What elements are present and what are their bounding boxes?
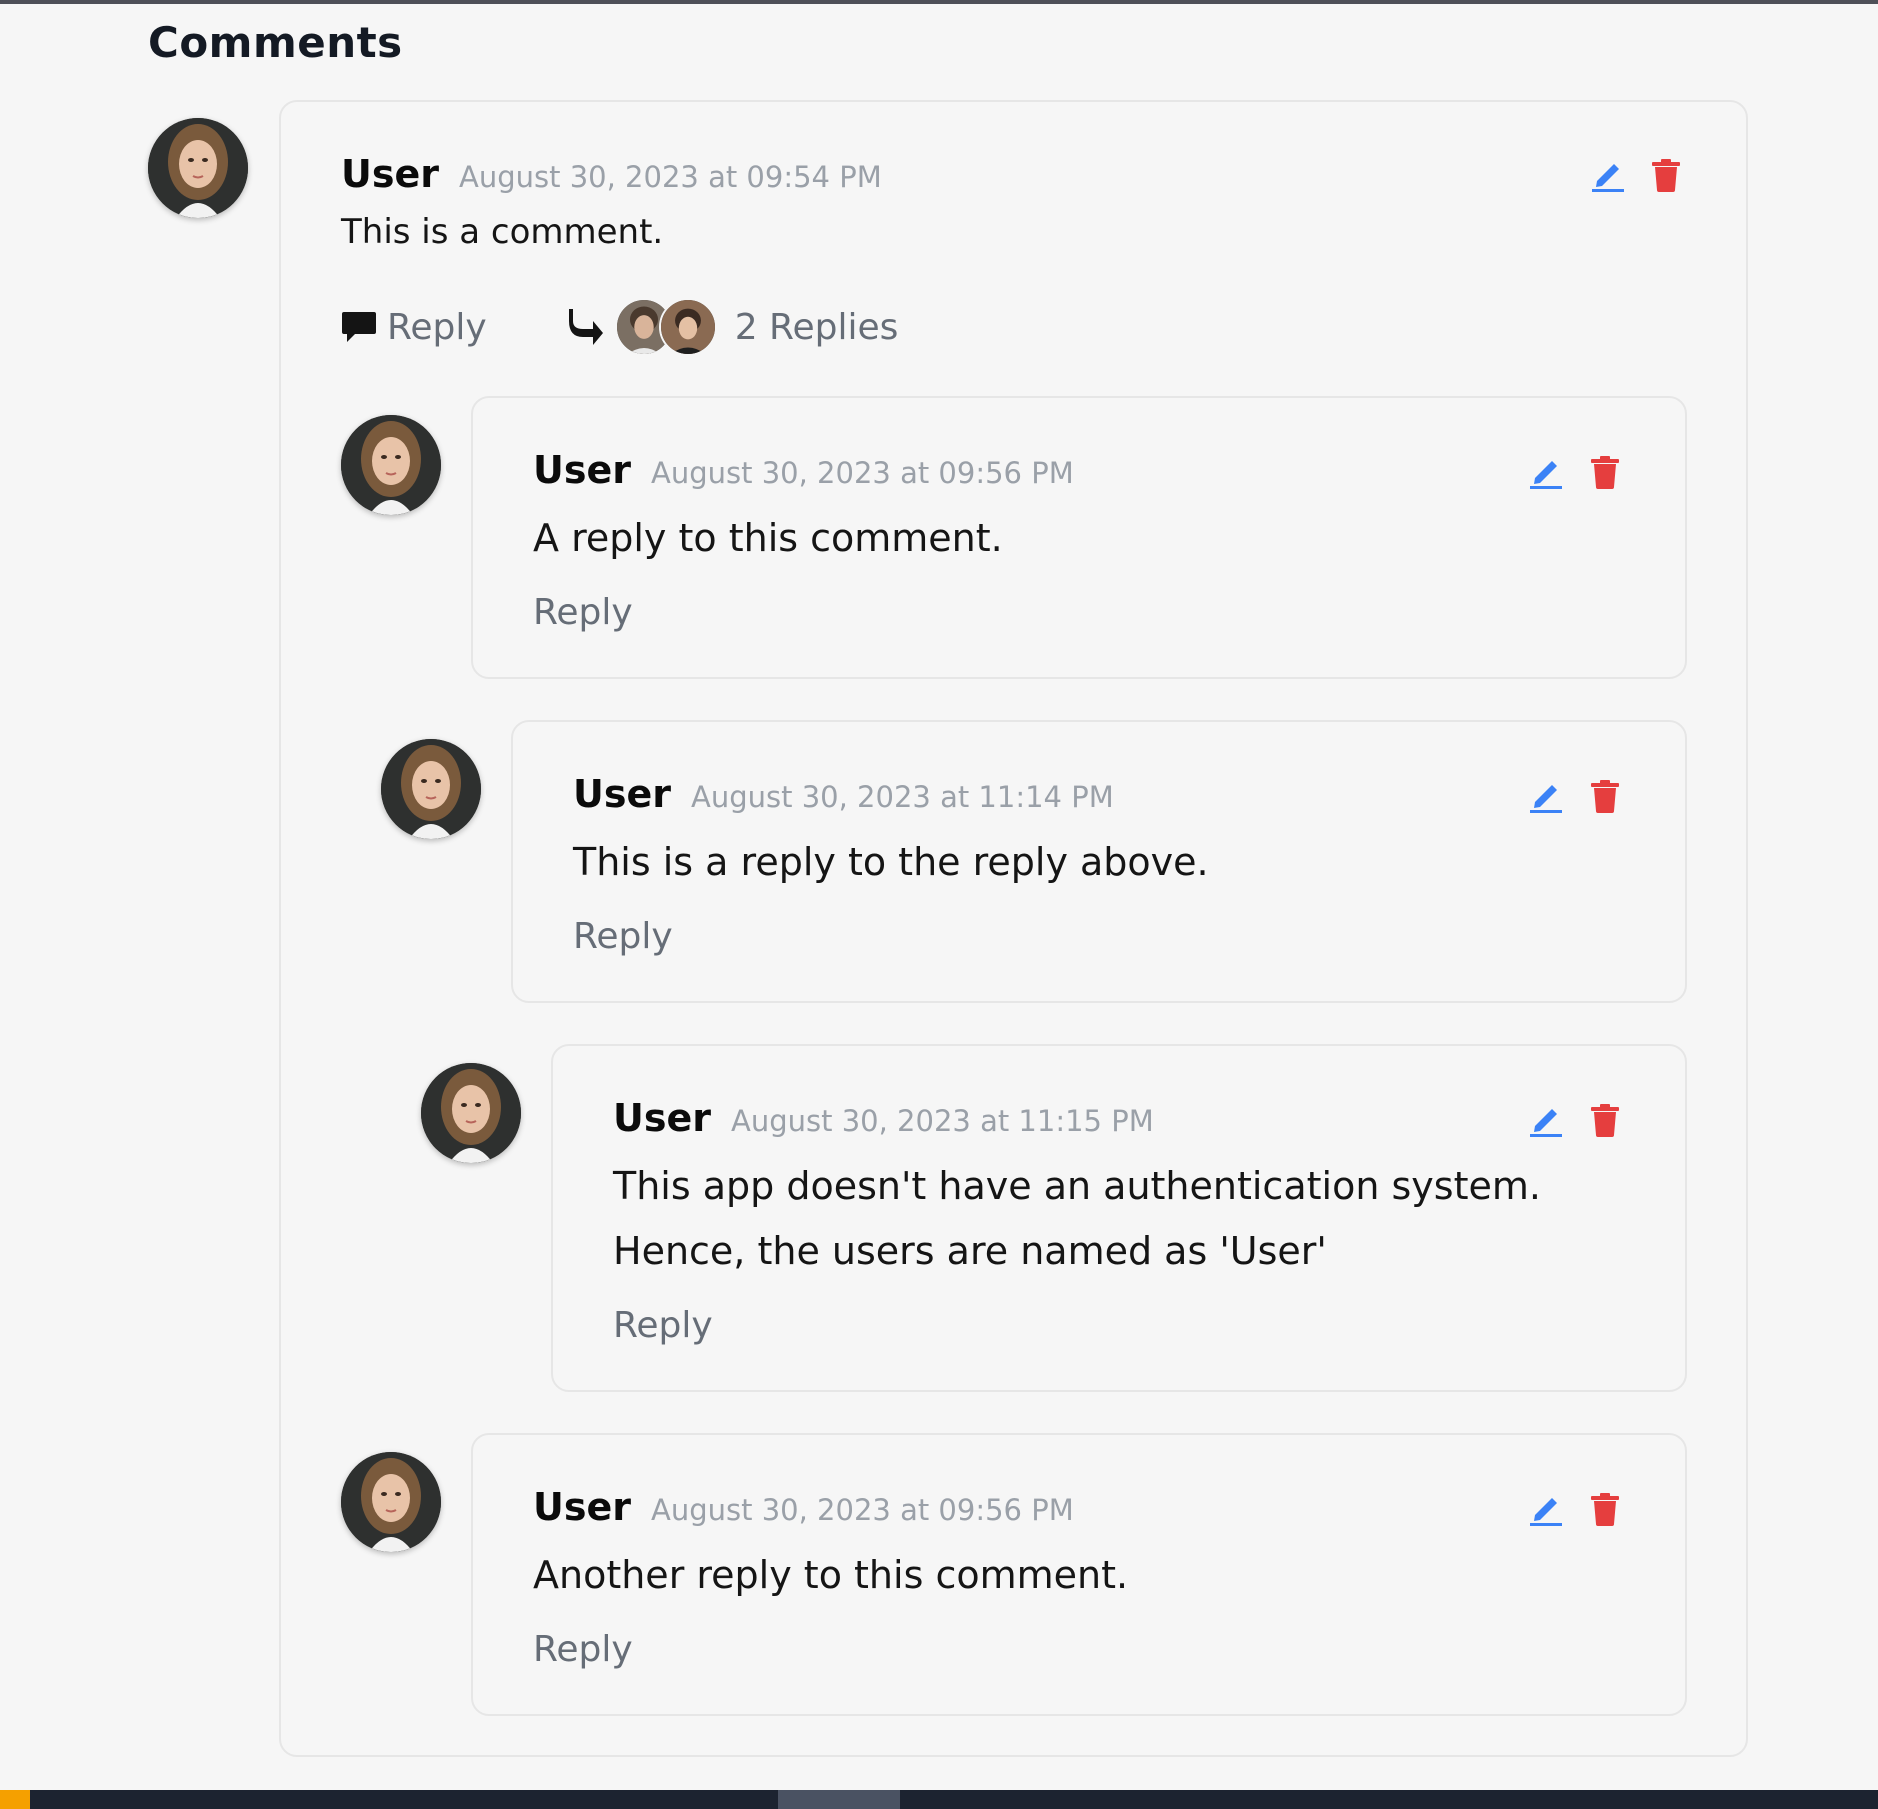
comment-date: August 30, 2023 at 09:54 PM: [459, 160, 882, 194]
trash-icon: [1585, 451, 1625, 491]
reply-meta: User August 30, 2023 at 09:56 PM: [533, 448, 1074, 492]
edit-button[interactable]: [1526, 451, 1566, 491]
trash-icon: [1585, 775, 1625, 815]
reply-text: This is a reply to the reply above.: [573, 840, 1209, 884]
edit-button[interactable]: [1526, 1488, 1566, 1528]
edit-button[interactable]: [1588, 154, 1628, 194]
reply-author: User: [533, 448, 631, 492]
taskbar-active-item[interactable]: [778, 1790, 900, 1809]
reply-text: This app doesn't have an authentication …: [613, 1164, 1541, 1273]
delete-button[interactable]: [1585, 775, 1625, 815]
replies-count: 2 Replies: [734, 306, 899, 348]
show-replies-toggle[interactable]: 2 Replies: [567, 298, 899, 356]
delete-button[interactable]: [1585, 451, 1625, 491]
reply-meta: User August 30, 2023 at 09:56 PM: [533, 1485, 1074, 1529]
reply-arrow-icon: [568, 309, 603, 345]
comment-author: User: [341, 152, 439, 196]
taskbar: [0, 1790, 1878, 1809]
reply-button[interactable]: Reply: [341, 307, 487, 348]
reply-date: August 30, 2023 at 09:56 PM: [651, 456, 1074, 490]
trash-icon: [1585, 1099, 1625, 1139]
taskbar-accent: [0, 1790, 30, 1809]
reply-button[interactable]: Reply: [533, 1629, 633, 1670]
reply-meta: User August 30, 2023 at 11:14 PM: [573, 772, 1114, 816]
avatar: [341, 1452, 441, 1552]
top-border: [0, 0, 1878, 4]
speech-bubble-icon: [342, 312, 376, 342]
reply-text: A reply to this comment.: [533, 516, 1003, 560]
delete-button[interactable]: [1646, 154, 1686, 194]
comment-text: This is a comment.: [341, 212, 664, 252]
reply-button[interactable]: Reply: [533, 592, 633, 633]
reply-date: August 30, 2023 at 11:15 PM: [731, 1104, 1154, 1138]
delete-button[interactable]: [1585, 1099, 1625, 1139]
reply-button[interactable]: Reply: [613, 1305, 713, 1346]
avatar: [148, 118, 248, 218]
pencil-icon: [1588, 154, 1628, 194]
edit-button[interactable]: [1526, 1099, 1566, 1139]
trash-icon: [1585, 1488, 1625, 1528]
reply-label: Reply: [387, 306, 487, 348]
comment-meta: User August 30, 2023 at 09:54 PM: [341, 152, 882, 196]
comment-actions: Reply 2 Replies: [341, 298, 898, 356]
reply-button[interactable]: Reply: [573, 916, 673, 957]
reply-date: August 30, 2023 at 09:56 PM: [651, 1493, 1074, 1527]
pencil-icon: [1526, 451, 1566, 491]
reply-author: User: [573, 772, 671, 816]
delete-button[interactable]: [1585, 1488, 1625, 1528]
avatar: [381, 739, 481, 839]
trash-icon: [1646, 154, 1686, 194]
reply-text: Another reply to this comment.: [533, 1553, 1129, 1597]
pencil-icon: [1526, 1488, 1566, 1528]
avatar: [421, 1063, 521, 1163]
reply-author: User: [613, 1096, 711, 1140]
pencil-icon: [1526, 775, 1566, 815]
reply-date: August 30, 2023 at 11:14 PM: [691, 780, 1114, 814]
edit-button[interactable]: [1526, 775, 1566, 815]
reply-meta: User August 30, 2023 at 11:15 PM: [613, 1096, 1154, 1140]
reply-author: User: [533, 1485, 631, 1529]
pencil-icon: [1526, 1099, 1566, 1139]
replier-avatar: [658, 298, 717, 356]
avatar: [341, 415, 441, 515]
page-title: Comments: [148, 18, 403, 67]
